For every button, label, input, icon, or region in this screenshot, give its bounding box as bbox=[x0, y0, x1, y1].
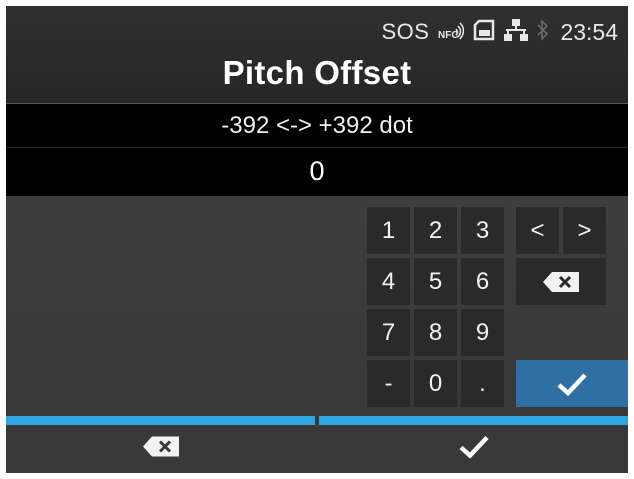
key-9[interactable]: 9 bbox=[461, 309, 504, 356]
bluetooth-icon bbox=[537, 18, 549, 46]
printer-screen: SOS NFC 23:54 Pitch Offset -392 <-> +392… bbox=[6, 6, 628, 473]
soft-key-confirm[interactable] bbox=[319, 416, 628, 473]
checkmark-icon bbox=[459, 435, 489, 464]
status-bar: SOS NFC 23:54 bbox=[381, 18, 618, 46]
backspace-button[interactable] bbox=[516, 258, 606, 305]
soft-key-indicator bbox=[6, 416, 315, 425]
backspace-icon bbox=[543, 271, 579, 292]
key-7[interactable]: 7 bbox=[367, 309, 410, 356]
range-label: -392 <-> +392 dot bbox=[221, 112, 413, 139]
key-1[interactable]: 1 bbox=[367, 207, 410, 254]
key-4[interactable]: 4 bbox=[367, 258, 410, 305]
value-input[interactable]: 0 bbox=[6, 156, 628, 187]
nfc-icon: NFC bbox=[438, 20, 465, 45]
soft-key-backspace[interactable] bbox=[6, 416, 315, 473]
key-minus[interactable]: - bbox=[367, 360, 410, 407]
enter-button[interactable] bbox=[516, 360, 628, 407]
backspace-icon bbox=[141, 436, 181, 463]
svg-text:NFC: NFC bbox=[438, 30, 459, 40]
page-title: Pitch Offset bbox=[222, 54, 412, 91]
sd-card-icon bbox=[473, 19, 495, 46]
value-display: 0 bbox=[6, 147, 628, 196]
key-decimal[interactable]: . bbox=[461, 360, 504, 407]
key-5[interactable]: 5 bbox=[414, 258, 457, 305]
checkmark-icon bbox=[557, 372, 587, 396]
sos-indicator: SOS bbox=[381, 19, 430, 44]
key-3[interactable]: 3 bbox=[461, 207, 504, 254]
soft-key-bar bbox=[6, 416, 628, 473]
keypad: 1 2 3 < > 4 5 6 7 8 9 - 0 . bbox=[6, 196, 628, 416]
range-bar: -392 <-> +392 dot bbox=[6, 103, 628, 148]
key-6[interactable]: 6 bbox=[461, 258, 504, 305]
header: SOS NFC 23:54 Pitch Offset bbox=[6, 6, 628, 103]
cursor-right-button[interactable]: > bbox=[563, 207, 606, 254]
soft-key-indicator bbox=[319, 416, 628, 425]
key-8[interactable]: 8 bbox=[414, 309, 457, 356]
key-2[interactable]: 2 bbox=[414, 207, 457, 254]
clock: 23:54 bbox=[560, 18, 618, 45]
key-0[interactable]: 0 bbox=[414, 360, 457, 407]
lan-icon bbox=[504, 18, 529, 46]
cursor-left-button[interactable]: < bbox=[516, 207, 559, 254]
